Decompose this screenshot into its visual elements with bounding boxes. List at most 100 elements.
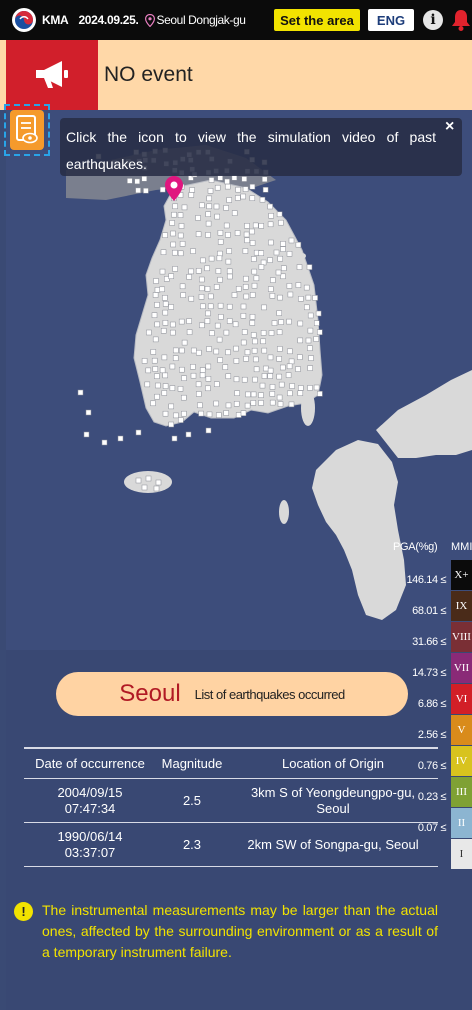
region-header[interactable]: Seoul List of earthquakes occurred <box>56 672 408 716</box>
station-marker <box>225 349 231 356</box>
station-marker <box>199 322 205 329</box>
station-marker <box>195 381 202 388</box>
station-marker <box>172 355 179 361</box>
current-location[interactable]: Seoul Dongjak-gu <box>157 13 246 27</box>
station-marker <box>179 283 186 290</box>
station-marker <box>235 412 242 418</box>
station-marker <box>243 293 250 300</box>
intensity-map[interactable] <box>6 110 472 650</box>
station-marker <box>216 336 223 343</box>
row-date: 1990/06/14 <box>57 828 123 844</box>
location-pin-icon <box>144 13 155 27</box>
station-marker <box>278 381 285 388</box>
station-marker <box>317 329 323 335</box>
close-icon[interactable]: × <box>445 118 454 136</box>
station-marker <box>186 274 192 280</box>
station-marker <box>305 337 312 344</box>
station-marker <box>306 264 313 270</box>
station-marker <box>267 367 274 374</box>
station-marker <box>258 223 264 229</box>
simulation-video-button[interactable] <box>4 104 50 156</box>
station-marker <box>151 357 158 364</box>
station-marker <box>241 176 248 182</box>
kma-logo-icon[interactable] <box>12 8 36 32</box>
station-marker <box>276 310 282 316</box>
pga-threshold: 0.23 ≤ <box>417 791 447 803</box>
station-marker <box>185 431 192 438</box>
info-icon[interactable]: i <box>423 10 443 30</box>
station-marker <box>287 291 294 298</box>
station-marker <box>181 410 187 417</box>
station-marker <box>231 210 238 216</box>
station-marker <box>252 376 258 383</box>
row-magnitude: 2.3 <box>182 837 202 852</box>
station-marker <box>276 329 283 335</box>
table-row[interactable]: 2004/09/15 07:47:34 2.5 3km S of Yeongde… <box>24 779 438 823</box>
station-marker <box>240 339 247 346</box>
set-area-button[interactable]: Set the area <box>274 9 360 31</box>
bell-icon[interactable] <box>450 8 472 32</box>
japan-kyushu <box>312 440 406 620</box>
station-marker <box>205 310 211 317</box>
station-marker <box>217 239 224 245</box>
station-marker <box>177 250 184 257</box>
station-marker <box>196 349 202 356</box>
station-marker <box>298 296 304 302</box>
station-marker <box>243 231 250 238</box>
station-marker <box>280 246 286 252</box>
station-marker <box>195 215 201 221</box>
table-row[interactable]: 1990/06/14 03:37:07 2.3 2km SW of Songpa… <box>24 823 438 867</box>
station-marker <box>251 268 258 275</box>
station-marker <box>181 204 188 211</box>
station-marker <box>251 347 258 354</box>
station-marker <box>233 401 240 407</box>
station-marker <box>297 337 303 344</box>
station-marker <box>217 302 224 309</box>
station-marker <box>135 187 141 194</box>
station-marker <box>233 345 239 352</box>
station-marker <box>258 264 265 270</box>
station-marker <box>262 187 269 193</box>
station-marker <box>143 187 149 194</box>
station-marker <box>160 328 167 334</box>
mmi-legend-title: MMI <box>451 541 472 553</box>
station-marker <box>240 303 247 310</box>
station-marker <box>197 402 203 409</box>
station-marker <box>261 347 268 354</box>
language-button[interactable]: ENG <box>368 9 414 31</box>
station-marker <box>297 320 304 327</box>
station-marker <box>207 188 214 194</box>
station-marker <box>315 310 322 317</box>
mmi-level-2: IX <box>451 591 472 621</box>
station-marker <box>253 366 260 373</box>
station-marker <box>276 373 282 380</box>
station-marker <box>304 304 310 311</box>
station-marker <box>215 268 222 274</box>
station-marker <box>226 303 233 310</box>
station-marker <box>154 302 160 308</box>
station-marker <box>186 318 192 324</box>
station-marker <box>206 411 213 418</box>
station-marker <box>150 349 157 355</box>
station-marker <box>169 385 176 391</box>
station-marker <box>190 364 196 370</box>
megaphone-icon <box>6 40 98 110</box>
station-marker <box>178 223 185 229</box>
station-marker <box>199 276 205 283</box>
station-marker <box>204 265 210 272</box>
station-marker <box>162 383 169 389</box>
mmi-level-5: VI <box>451 684 472 714</box>
korea-peninsula <box>133 179 323 427</box>
station-marker <box>190 372 197 379</box>
station-marker <box>251 256 257 262</box>
earthquake-table: Date of occurrence Magnitude Location of… <box>24 747 438 867</box>
station-marker <box>227 273 233 280</box>
station-marker <box>127 178 133 184</box>
station-marker <box>152 366 159 372</box>
station-marker <box>244 237 250 244</box>
station-marker <box>278 319 284 325</box>
station-marker <box>223 222 230 229</box>
station-marker <box>267 221 274 228</box>
station-marker <box>233 376 240 383</box>
station-marker <box>260 338 266 345</box>
